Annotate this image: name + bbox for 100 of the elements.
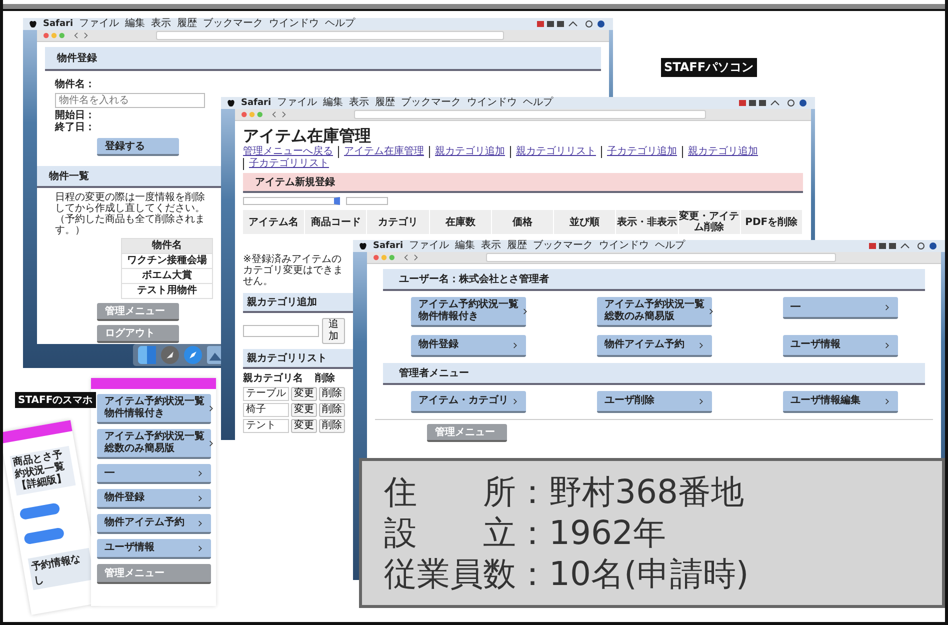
- chevron-right-icon: [884, 304, 890, 310]
- column-header: 在庫数: [430, 210, 492, 234]
- menu-button[interactable]: アイテム・カテゴリ: [410, 391, 526, 413]
- menu-button[interactable]: ―: [782, 297, 898, 319]
- back-forward-icon[interactable]: [270, 111, 288, 118]
- table-header: 物件名: [121, 238, 213, 254]
- menu-button[interactable]: 物件登録: [96, 489, 210, 509]
- chevron-right-icon: [522, 308, 528, 314]
- address-field[interactable]: [486, 253, 836, 262]
- menu-item[interactable]: ウインドウ: [467, 97, 518, 109]
- caption-label: STAFFのスマホ: [15, 392, 96, 408]
- apple-icon[interactable]: [29, 19, 37, 29]
- apple-icon[interactable]: [359, 241, 367, 251]
- chevron-right-icon: [198, 470, 202, 476]
- chevron-right-icon: [198, 494, 202, 502]
- nav-link[interactable]: 子カテゴリ追加: [601, 146, 682, 158]
- menu-item[interactable]: ファイル: [409, 240, 450, 252]
- window-controls-icon[interactable]: [372, 254, 396, 261]
- add-button[interactable]: 追加: [322, 318, 345, 344]
- rocket-icon[interactable]: [161, 346, 179, 364]
- menu-button[interactable]: 物件アイテム予約: [96, 514, 210, 534]
- chevron-right-icon: [512, 342, 518, 348]
- menu-item[interactable]: 履歴: [507, 240, 528, 252]
- table-cell: テスト用物件: [121, 284, 213, 299]
- menu-button[interactable]: アイテム予約状況一覧 物件情報付き: [410, 297, 526, 327]
- edit-button[interactable]: 変更: [291, 403, 317, 417]
- menu-item[interactable]: 表示: [481, 240, 502, 252]
- delete-button[interactable]: 削除: [319, 419, 345, 433]
- nav-link[interactable]: 管理メニューへ戻る: [243, 146, 338, 158]
- menu-button[interactable]: 物件アイテム予約: [596, 335, 712, 357]
- address-field[interactable]: [354, 110, 706, 119]
- menu-item[interactable]: Safari: [373, 240, 404, 252]
- chevron-right-icon: [198, 520, 202, 526]
- menu-item[interactable]: 編集: [125, 18, 146, 30]
- dropdown-field[interactable]: [346, 197, 388, 205]
- menu-button[interactable]: ―: [96, 464, 210, 484]
- nav-link[interactable]: アイテム在庫管理: [338, 146, 429, 158]
- chevron-right-icon: [208, 440, 214, 446]
- back-forward-icon[interactable]: [402, 254, 420, 261]
- column-header: アイテム名: [243, 210, 306, 234]
- window-controls-icon[interactable]: [240, 111, 264, 118]
- back-forward-icon[interactable]: [72, 32, 90, 39]
- address-field[interactable]: [156, 31, 504, 40]
- menu-button[interactable]: アイテム予約状況一覧 総数のみ簡易版: [96, 429, 210, 459]
- menu-button[interactable]: アイテム予約状況一覧 総数のみ簡易版: [596, 297, 712, 327]
- nav-link[interactable]: 親カテゴリリスト: [510, 146, 601, 158]
- chevron-right-icon: [208, 404, 214, 412]
- menu-item[interactable]: ウインドウ: [269, 18, 320, 30]
- menu-item[interactable]: 表示: [151, 18, 172, 30]
- menu-item[interactable]: ファイル: [277, 97, 318, 109]
- menu-item[interactable]: ファイル: [79, 18, 120, 30]
- column-header: 商品コード: [305, 210, 368, 234]
- info-text: 従業員数：10名(申請時): [384, 554, 750, 594]
- chevron-right-icon: [512, 398, 518, 404]
- menu-button[interactable]: ユーザ情報編集: [782, 391, 898, 413]
- menu-item[interactable]: 編集: [455, 240, 476, 252]
- window-controls-icon[interactable]: [42, 32, 66, 39]
- finder-icon[interactable]: [138, 346, 156, 364]
- menu-item[interactable]: ヘルプ: [523, 97, 554, 109]
- table-cell: ワクチン接種会場: [121, 254, 213, 269]
- menu-button[interactable]: 物件登録: [410, 335, 526, 357]
- menu-item[interactable]: ブックマーク: [401, 97, 462, 109]
- menu-item[interactable]: ウインドウ: [599, 240, 650, 252]
- section-header: 管理者メニュー: [383, 363, 925, 385]
- category-input-field[interactable]: [243, 325, 319, 337]
- chevron-right-icon: [198, 544, 202, 552]
- menu-button[interactable]: ユーザ情報: [782, 335, 898, 357]
- menu-item[interactable]: ヘルプ: [325, 18, 356, 30]
- category-name-field[interactable]: テーブル: [243, 387, 289, 401]
- category-name-field[interactable]: テント: [243, 419, 289, 433]
- nav-link[interactable]: 親カテゴリ追加: [429, 146, 510, 158]
- menu-button[interactable]: ユーザ削除: [596, 391, 712, 413]
- menu-item[interactable]: 履歴: [375, 97, 396, 109]
- menu-item[interactable]: ヘルプ: [655, 240, 686, 252]
- status-icons-drawing: [537, 20, 607, 28]
- register-button[interactable]: 登録する: [97, 138, 179, 156]
- delete-button[interactable]: 削除: [319, 403, 345, 417]
- section-header: 親カテゴリリスト: [243, 349, 353, 369]
- menu-item[interactable]: ブックマーク: [533, 240, 594, 252]
- info-text: 住 所：野村368番地: [384, 472, 745, 512]
- menu-item[interactable]: 編集: [323, 97, 344, 109]
- edit-button[interactable]: 変更: [291, 387, 317, 401]
- delete-button[interactable]: 削除: [319, 387, 345, 401]
- menu-item[interactable]: Safari: [43, 18, 74, 30]
- name-input-field[interactable]: 物件名を入れる: [55, 93, 205, 108]
- menu-item[interactable]: Safari: [241, 97, 272, 109]
- column-header: 価格: [492, 210, 554, 234]
- page-title: アイテム在庫管理: [243, 126, 372, 145]
- nav-link[interactable]: 親カテゴリ追加: [682, 146, 763, 158]
- nav-link[interactable]: 子カテゴリリスト: [243, 158, 334, 170]
- apple-icon[interactable]: [227, 98, 235, 108]
- menu-item[interactable]: 表示: [349, 97, 370, 109]
- info-text: 設 立：1962年: [384, 512, 667, 553]
- menu-button[interactable]: ユーザ情報: [96, 539, 210, 559]
- edit-button[interactable]: 変更: [291, 419, 317, 433]
- compass-icon[interactable]: [184, 346, 202, 364]
- menu-item[interactable]: ブックマーク: [203, 18, 264, 30]
- menu-button[interactable]: アイテム予約状況一覧 物件情報付き: [96, 394, 210, 424]
- menu-item[interactable]: 履歴: [177, 18, 198, 30]
- category-name-field[interactable]: 椅子: [243, 403, 289, 417]
